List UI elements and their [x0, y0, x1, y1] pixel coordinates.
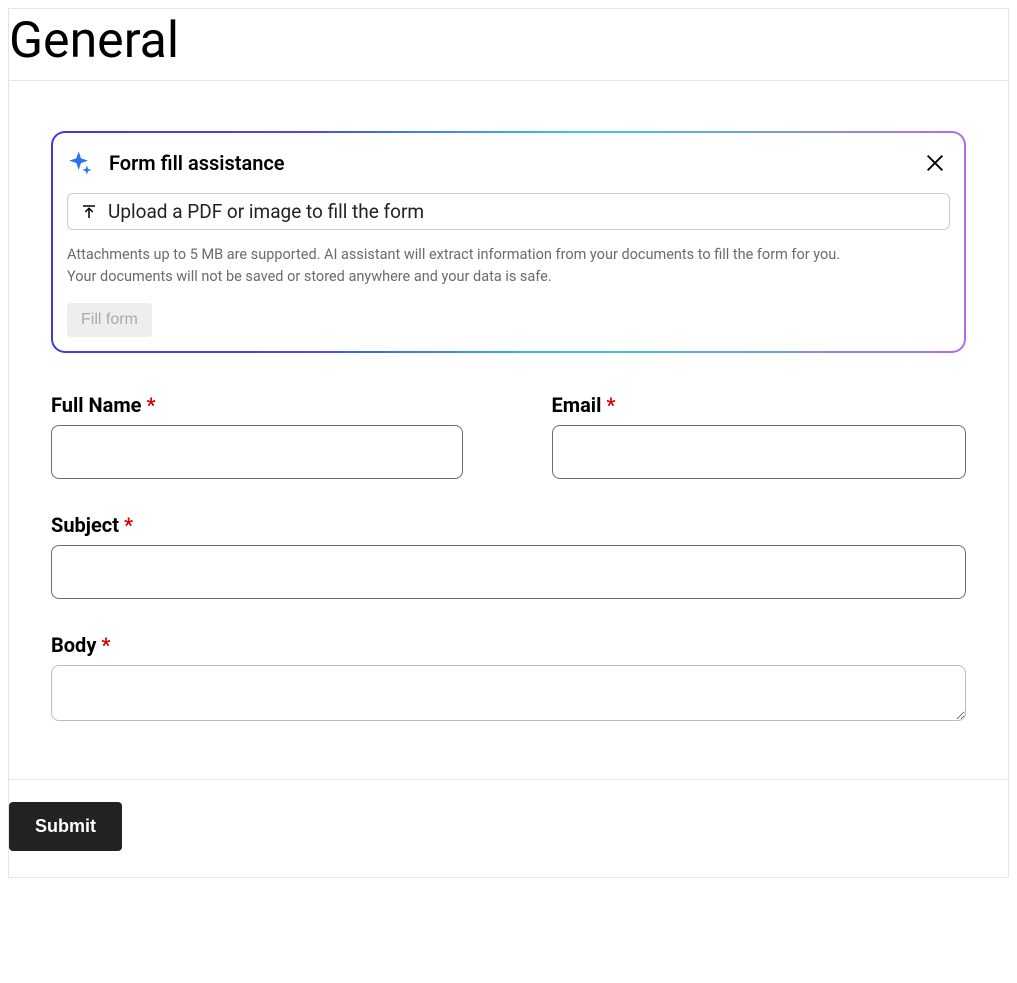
- subject-label-text: Subject: [51, 513, 119, 537]
- sparkle-icon: [67, 149, 95, 177]
- email-label-text: Email: [552, 393, 602, 417]
- field-full-name: Full Name *: [51, 393, 466, 479]
- fill-form-button[interactable]: Fill form: [67, 303, 152, 337]
- page-title: General: [9, 9, 1008, 74]
- upload-label: Upload a PDF or image to fill the form: [108, 200, 424, 223]
- full-name-label: Full Name *: [51, 393, 466, 417]
- assist-description: Attachments up to 5 MB are supported. AI…: [67, 244, 950, 289]
- upload-icon: [80, 203, 98, 221]
- assist-desc-line1: Attachments up to 5 MB are supported. AI…: [67, 244, 950, 266]
- required-asterisk: *: [101, 633, 110, 657]
- full-name-label-text: Full Name: [51, 393, 141, 417]
- close-icon[interactable]: [924, 152, 946, 174]
- assist-title: Form fill assistance: [109, 151, 910, 175]
- full-name-input[interactable]: [51, 425, 463, 479]
- page-container: General Form fill assistance: [8, 8, 1009, 878]
- body-label: Body *: [51, 633, 966, 657]
- page-footer: Submit: [9, 779, 1008, 877]
- assist-desc-line2: Your documents will not be saved or stor…: [67, 266, 950, 288]
- form-area: Form fill assistance: [9, 81, 1008, 779]
- required-asterisk: *: [606, 393, 615, 417]
- upload-row[interactable]: Upload a PDF or image to fill the form: [67, 193, 950, 230]
- field-email: Email *: [552, 393, 967, 479]
- email-label: Email *: [552, 393, 967, 417]
- field-subject: Subject *: [51, 513, 966, 599]
- subject-label: Subject *: [51, 513, 966, 537]
- email-input[interactable]: [552, 425, 967, 479]
- assist-header: Form fill assistance: [67, 149, 950, 177]
- subject-input[interactable]: [51, 545, 966, 599]
- page-header: General: [9, 9, 1008, 81]
- body-label-text: Body: [51, 633, 96, 657]
- field-body: Body *: [51, 633, 966, 725]
- submit-button[interactable]: Submit: [9, 802, 122, 851]
- required-asterisk: *: [124, 513, 133, 537]
- form-grid: Full Name * Email * Subject *: [51, 393, 966, 759]
- form-fill-assistance-inner: Form fill assistance: [53, 133, 964, 351]
- body-textarea[interactable]: [51, 665, 966, 721]
- required-asterisk: *: [146, 393, 155, 417]
- form-fill-assistance-panel: Form fill assistance: [51, 131, 966, 353]
